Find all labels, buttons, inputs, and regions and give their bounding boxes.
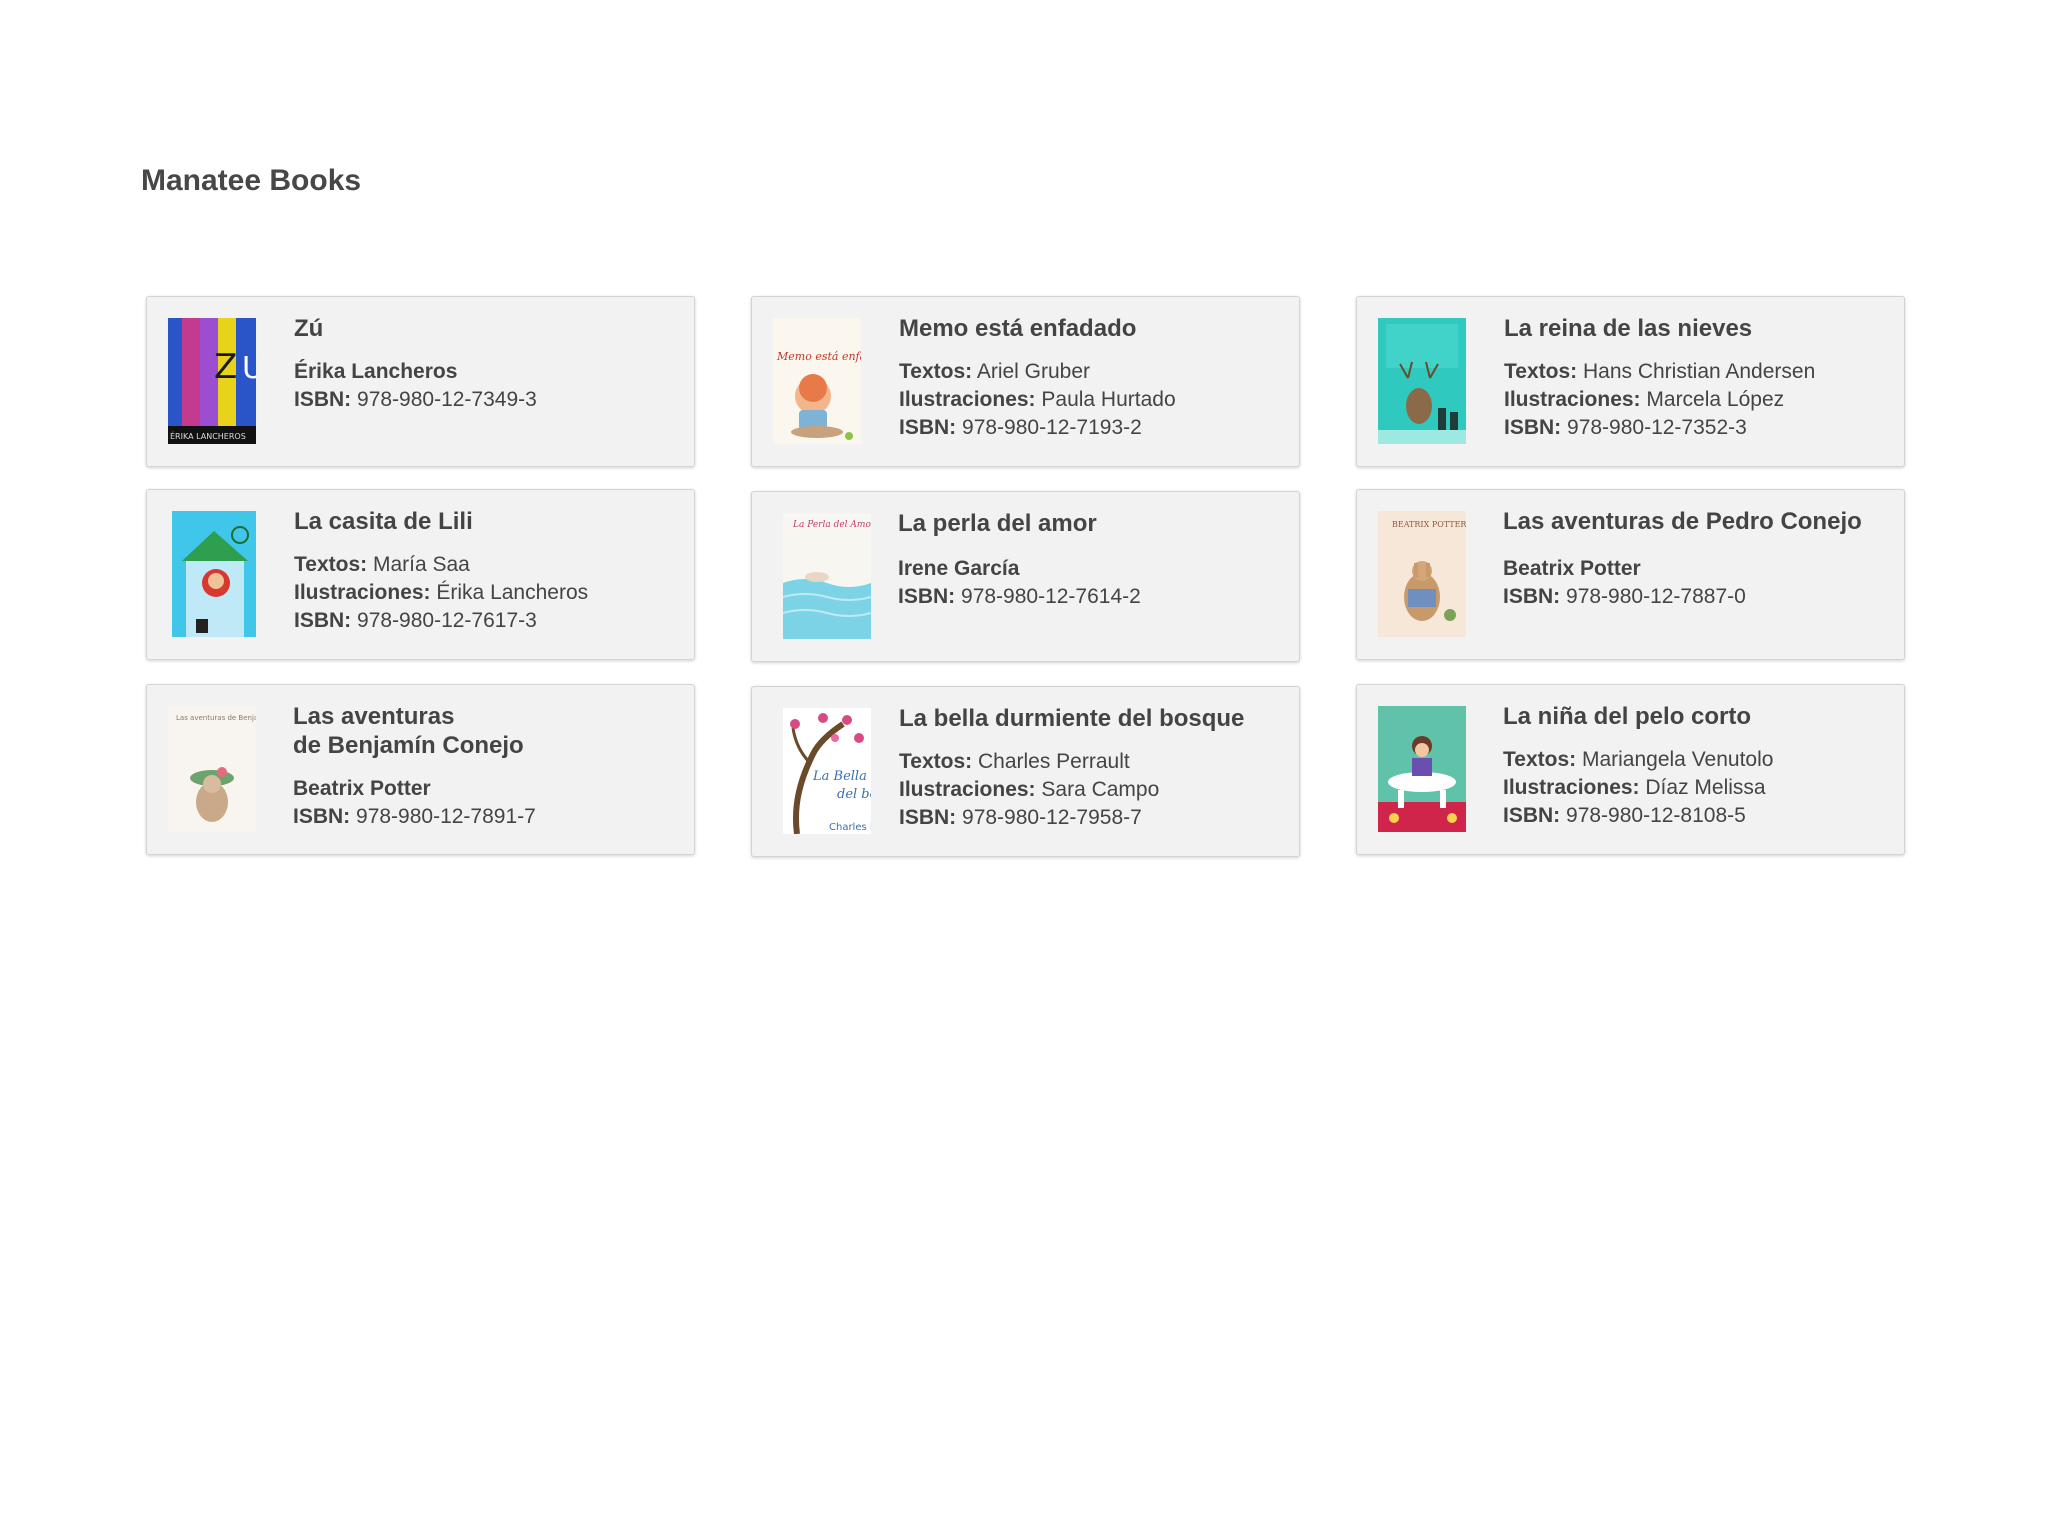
book-isbn: ISBN: 978-980-12-7617-3	[294, 608, 537, 632]
book-isbn: ISBN: 978-980-12-8108-5	[1503, 803, 1746, 827]
book-cover-zu[interactable]: Z U ÉRIKA LANCHEROS	[168, 318, 256, 444]
book-isbn: ISBN: 978-980-12-7193-2	[899, 415, 1142, 439]
book-ilustraciones: Ilustraciones: Paula Hurtado	[899, 387, 1176, 411]
book-card[interactable]: Las aventuras de Benjamín Conejo Las ave…	[146, 684, 695, 855]
book-card[interactable]: La Bella d del bo Charles P La bella dur…	[751, 686, 1300, 857]
book-title[interactable]: Memo está enfadado	[899, 315, 1287, 344]
book-cover-nina[interactable]	[1378, 706, 1466, 832]
book-textos: Textos: María Saa	[294, 552, 470, 576]
svg-text:La Bella d: La Bella d	[812, 769, 871, 784]
book-title[interactable]: Zú	[294, 315, 682, 344]
book-isbn: ISBN: 978-980-12-7349-3	[294, 387, 537, 411]
book-title[interactable]: Las aventuras de Benjamín Conejo	[293, 703, 682, 761]
book-grid: Z U ÉRIKA LANCHEROS Zú Érika Lancheros I…	[146, 296, 1905, 857]
book-isbn: ISBN: 978-980-12-7352-3	[1504, 415, 1747, 439]
book-textos: Textos: Charles Perrault	[899, 749, 1130, 773]
book-ilustraciones: Ilustraciones: Sara Campo	[899, 777, 1160, 801]
book-ilustraciones: Ilustraciones: Érika Lancheros	[294, 580, 589, 604]
book-textos: Textos: Ariel Gruber	[899, 359, 1091, 383]
book-author: Beatrix Potter	[1503, 556, 1641, 580]
book-title[interactable]: La casita de Lili	[294, 508, 682, 537]
book-cover-memo[interactable]: Memo está enfadado	[773, 318, 861, 444]
book-isbn: ISBN: 978-980-12-7887-0	[1503, 584, 1746, 608]
book-ilustraciones: Ilustraciones: Díaz Melissa	[1503, 775, 1766, 799]
book-isbn: ISBN: 978-980-12-7891-7	[293, 804, 536, 828]
page-title: Manatee Books	[141, 164, 362, 197]
book-cover-bella[interactable]: La Bella d del bo Charles P	[783, 708, 871, 834]
book-card[interactable]: La niña del pelo corto Textos: Mariangel…	[1356, 684, 1905, 855]
book-title[interactable]: La perla del amor	[898, 510, 1287, 539]
book-cover-pedro[interactable]: BEATRIX POTTER	[1378, 511, 1466, 637]
book-title[interactable]: La niña del pelo corto	[1503, 703, 1892, 732]
svg-text:La Perla del Amor: La Perla del Amor	[792, 520, 871, 530]
book-card[interactable]: BEATRIX POTTER Las aventuras de Pedro Co…	[1356, 489, 1905, 660]
svg-text:U: U	[242, 351, 256, 386]
svg-text:Z: Z	[214, 347, 237, 387]
book-cover-reina[interactable]	[1378, 318, 1466, 444]
svg-text:Memo está enfadado: Memo está enfadado	[776, 350, 861, 363]
book-cover-perla[interactable]: La Perla del Amor	[783, 513, 871, 639]
book-card[interactable]: Memo está enfadado Memo está enfadado Te…	[751, 296, 1300, 467]
book-card[interactable]: Z U ÉRIKA LANCHEROS Zú Érika Lancheros I…	[146, 296, 695, 467]
book-cover-lili[interactable]	[172, 511, 256, 637]
book-cover-benjamin[interactable]: Las aventuras de Benjamín Conejo	[168, 706, 256, 832]
svg-text:BEATRIX POTTER: BEATRIX POTTER	[1392, 520, 1466, 529]
book-title[interactable]: Las aventuras de Pedro Conejo	[1503, 508, 1892, 537]
book-card[interactable]: La Perla del Amor La perla del amor Iren…	[751, 491, 1300, 662]
book-card[interactable]: La reina de las nieves Textos: Hans Chri…	[1356, 296, 1905, 467]
book-textos: Textos: Mariangela Venutolo	[1503, 747, 1774, 771]
book-textos: Textos: Hans Christian Andersen	[1504, 359, 1816, 383]
book-title[interactable]: La reina de las nieves	[1504, 315, 1892, 344]
book-author: Beatrix Potter	[293, 776, 431, 800]
book-isbn: ISBN: 978-980-12-7958-7	[899, 805, 1142, 829]
book-ilustraciones: Ilustraciones: Marcela López	[1504, 387, 1785, 411]
book-author: Irene García	[898, 556, 1020, 580]
svg-text:ÉRIKA LANCHEROS: ÉRIKA LANCHEROS	[170, 430, 246, 441]
book-title[interactable]: La bella durmiente del bosque	[899, 705, 1287, 734]
svg-text:del bo: del bo	[837, 787, 871, 802]
book-isbn: ISBN: 978-980-12-7614-2	[898, 584, 1141, 608]
book-card[interactable]: La casita de Lili Textos: María Saa Ilus…	[146, 489, 695, 660]
svg-text:Charles P: Charles P	[829, 822, 871, 833]
svg-text:Las aventuras de Benjamín Cone: Las aventuras de Benjamín Conejo	[176, 714, 256, 722]
book-author: Érika Lancheros	[294, 359, 458, 383]
